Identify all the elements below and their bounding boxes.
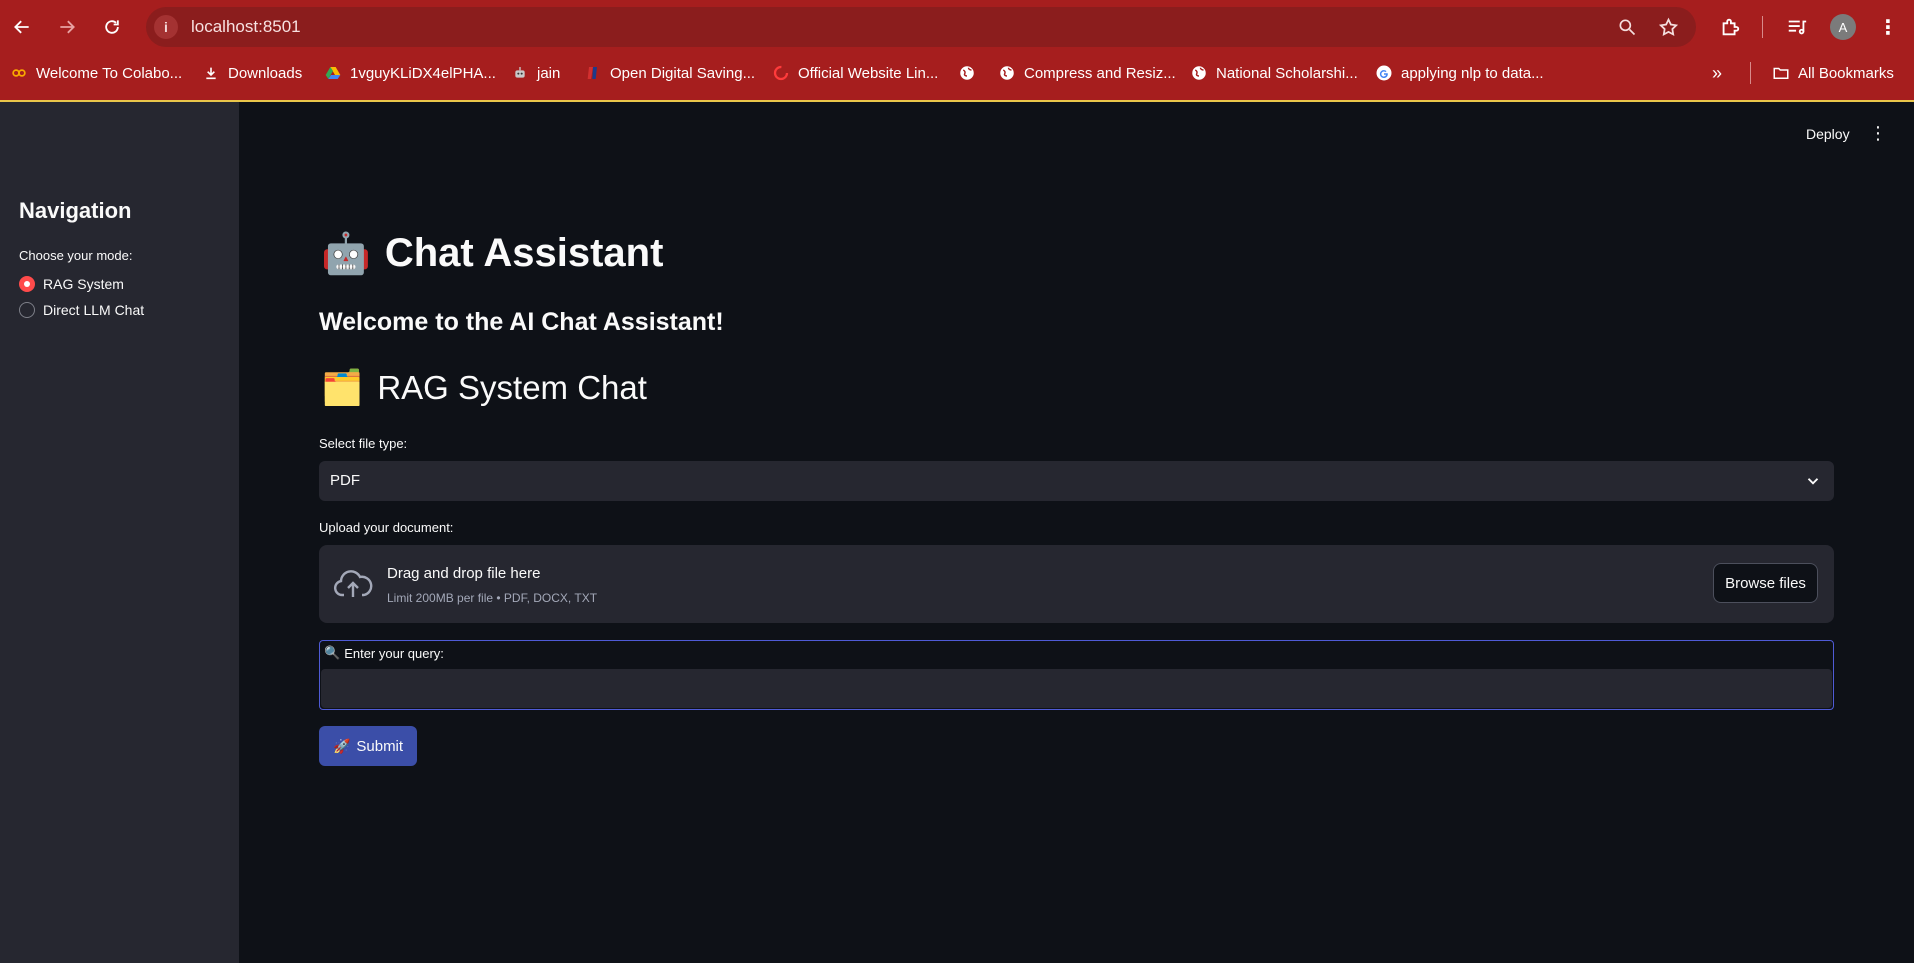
zoom-icon[interactable] xyxy=(1616,16,1638,38)
mode-label: Choose your mode: xyxy=(19,248,133,263)
bookmark-item[interactable]: National Scholarshi... xyxy=(1190,62,1358,84)
magnifier-emoji-icon: 🔍 xyxy=(324,645,341,660)
address-bar[interactable]: i localhost:8501 xyxy=(146,7,1696,47)
bookmark-item[interactable]: Compress and Resiz... xyxy=(998,62,1176,84)
query-label: 🔍 Enter your query: xyxy=(324,645,444,661)
deploy-button[interactable]: Deploy xyxy=(1806,126,1850,142)
download-icon xyxy=(202,64,220,82)
folder-icon xyxy=(1772,64,1790,82)
google-drive-icon xyxy=(324,64,342,82)
bookmark-label: 1vguyKLiDX4elPHA... xyxy=(350,64,496,82)
colab-icon xyxy=(10,64,28,82)
browse-files-button[interactable]: Browse files xyxy=(1713,563,1818,603)
bookmarks-divider xyxy=(1750,62,1751,84)
radio-unselected-icon[interactable] xyxy=(19,302,35,318)
bookmark-label: Compress and Resiz... xyxy=(1024,64,1176,82)
profile-avatar[interactable]: A xyxy=(1830,14,1856,40)
radio-selected-icon[interactable] xyxy=(19,276,35,292)
back-icon[interactable] xyxy=(6,11,38,43)
rocket-emoji-icon: 🚀 xyxy=(332,737,351,754)
page-title-text: Chat Assistant xyxy=(384,231,664,275)
sidebar-title: Navigation xyxy=(19,198,132,223)
query-input[interactable] xyxy=(321,669,1832,708)
app-menu-icon[interactable]: ⋮ xyxy=(1869,124,1887,142)
bookmark-item[interactable]: jain xyxy=(511,62,560,84)
reload-icon[interactable] xyxy=(96,11,128,43)
chevron-down-icon xyxy=(1807,478,1819,485)
section-title-text: RAG System Chat xyxy=(377,369,647,406)
query-field: 🔍 Enter your query: xyxy=(319,640,1834,710)
google-icon xyxy=(1375,64,1393,82)
globe-icon xyxy=(1190,64,1208,82)
bookmark-label: applying nlp to data... xyxy=(1401,64,1544,82)
submit-button[interactable]: 🚀 Submit xyxy=(319,726,417,766)
file-type-value: PDF xyxy=(330,472,360,489)
browser-chrome: i localhost:8501 A ⋮ Welcome To Colabo..… xyxy=(0,0,1914,102)
extensions-icon[interactable] xyxy=(1717,14,1743,40)
toolbar-divider xyxy=(1762,16,1763,38)
file-type-label: Select file type: xyxy=(319,436,408,451)
media-controls-icon[interactable] xyxy=(1784,14,1810,40)
welcome-heading: Welcome to the AI Chat Assistant! xyxy=(319,308,724,336)
globe-icon xyxy=(998,64,1016,82)
bookmark-label: Official Website Lin... xyxy=(798,64,939,82)
bookmark-item[interactable]: Open Digital Saving... xyxy=(584,62,755,84)
cloud-upload-icon xyxy=(333,570,373,597)
url-text: localhost:8501 xyxy=(191,17,301,36)
query-label-text: Enter your query: xyxy=(344,645,444,661)
radio-direct-llm-chat[interactable]: Direct LLM Chat xyxy=(19,300,144,320)
bookmark-label: Welcome To Colabo... xyxy=(36,64,183,82)
bookmarks-bar: Welcome To Colabo... Downloads 1vguyKLiD… xyxy=(0,58,1914,88)
bookmark-label: Open Digital Saving... xyxy=(610,64,756,82)
browser-menu-icon[interactable]: ⋮ xyxy=(1875,14,1901,40)
folder-emoji-icon: 🗂️ xyxy=(321,369,364,407)
star-icon[interactable] xyxy=(1657,16,1679,38)
radio-label: RAG System xyxy=(43,276,124,292)
section-title: 🗂️ RAG System Chat xyxy=(321,368,647,408)
bookmark-item[interactable]: Downloads xyxy=(202,62,302,84)
page-title: 🤖 Chat Assistant xyxy=(321,230,663,277)
bookmark-label: National Scholarshi... xyxy=(1216,64,1358,82)
robot-icon xyxy=(511,64,529,82)
all-bookmarks-button[interactable]: All Bookmarks xyxy=(1772,62,1894,84)
link-icon xyxy=(772,64,790,82)
browser-toolbar: i localhost:8501 A ⋮ xyxy=(0,0,1914,54)
bookmark-item[interactable]: Official Website Lin... xyxy=(772,62,938,84)
forward-icon[interactable] xyxy=(51,11,83,43)
bookmark-item[interactable]: 1vguyKLiDX4elPHA... xyxy=(324,62,496,84)
file-type-select[interactable]: PDF xyxy=(319,461,1834,501)
dropzone-limit: Limit 200MB per file • PDF, DOCX, TXT xyxy=(387,591,598,605)
bank-icon xyxy=(584,64,602,82)
upload-label: Upload your document: xyxy=(319,520,454,535)
bookmark-item[interactable]: applying nlp to data... xyxy=(1375,62,1544,84)
radio-rag-system[interactable]: RAG System xyxy=(19,274,124,294)
submit-label: Submit xyxy=(356,737,404,755)
site-info-icon[interactable]: i xyxy=(154,15,178,39)
bookmark-label: jain xyxy=(537,64,561,82)
bookmark-label: Downloads xyxy=(228,64,303,82)
file-dropzone[interactable]: Drag and drop file here Limit 200MB per … xyxy=(319,545,1834,623)
all-bookmarks-label: All Bookmarks xyxy=(1798,64,1894,82)
dropzone-title: Drag and drop file here xyxy=(387,565,541,582)
more-bookmarks-icon[interactable]: » xyxy=(1712,62,1722,84)
radio-label: Direct LLM Chat xyxy=(43,302,145,318)
robot-emoji-icon: 🤖 xyxy=(321,232,371,276)
main-content: Deploy ⋮ 🤖 Chat Assistant Welcome to the… xyxy=(239,102,1914,963)
sidebar: Navigation Choose your mode: RAG System … xyxy=(0,102,239,963)
globe-icon xyxy=(958,64,976,82)
bookmark-item[interactable] xyxy=(958,62,984,84)
bookmark-item[interactable]: Welcome To Colabo... xyxy=(10,62,182,84)
